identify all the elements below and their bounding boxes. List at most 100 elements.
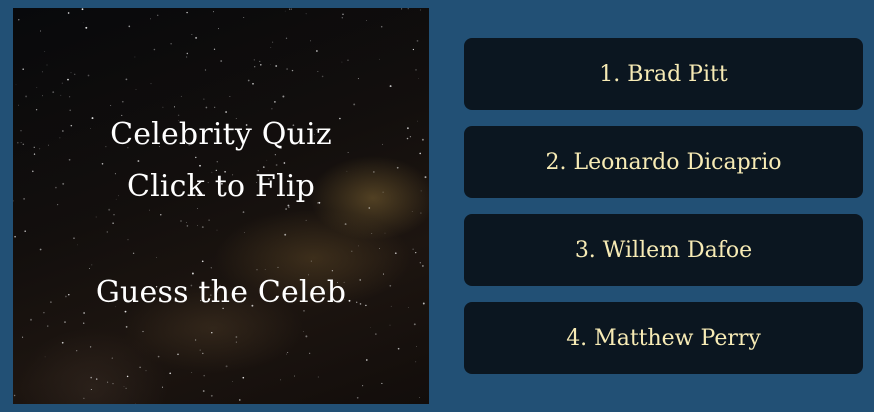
star (113, 214, 115, 216)
star (353, 103, 356, 106)
star (201, 226, 204, 229)
star (302, 331, 304, 332)
star (135, 89, 137, 90)
star (106, 231, 109, 233)
star (420, 212, 422, 214)
star (407, 8, 409, 10)
star (186, 52, 189, 55)
star (204, 69, 207, 71)
star (60, 94, 62, 96)
star (229, 96, 231, 97)
star (111, 357, 113, 359)
star (173, 106, 176, 108)
star (145, 370, 147, 372)
star (254, 66, 256, 68)
star (272, 41, 274, 43)
star (283, 162, 286, 164)
star (157, 355, 160, 358)
answer-button-2[interactable]: 2. Leonardo Dicaprio (464, 126, 863, 198)
star (342, 13, 344, 16)
star (61, 341, 64, 344)
answer-button-3[interactable]: 3. Willem Dafoe (464, 214, 863, 286)
star (180, 220, 182, 222)
star (291, 69, 294, 72)
star (73, 237, 75, 239)
star (413, 323, 416, 326)
star (351, 250, 353, 252)
star (284, 233, 287, 236)
flip-card[interactable]: Celebrity Quiz Click to Flip Guess the C… (13, 8, 429, 404)
star (286, 68, 288, 70)
star (74, 73, 76, 75)
star (287, 204, 290, 207)
star (396, 166, 399, 169)
star (191, 34, 193, 35)
star (375, 333, 377, 335)
star (275, 65, 278, 67)
star (160, 214, 162, 216)
star (214, 106, 216, 108)
star (247, 79, 250, 82)
star (124, 310, 127, 313)
star (89, 346, 92, 348)
star (371, 233, 373, 234)
star (285, 208, 288, 210)
star (218, 28, 219, 30)
star (316, 50, 318, 52)
star (419, 152, 422, 155)
star (42, 95, 44, 97)
star (357, 78, 359, 80)
star (14, 235, 16, 238)
star (220, 60, 223, 62)
star (197, 208, 198, 209)
star (415, 361, 417, 363)
star (415, 69, 417, 71)
star (125, 78, 128, 81)
star (22, 68, 24, 70)
star (310, 260, 312, 262)
star (232, 381, 234, 382)
star (83, 397, 85, 399)
star (321, 75, 324, 78)
star (244, 232, 245, 233)
star (271, 108, 273, 110)
answer-button-1[interactable]: 1. Brad Pitt (464, 38, 863, 110)
star (274, 101, 276, 103)
star (418, 78, 419, 79)
star (186, 56, 188, 58)
star (83, 322, 85, 324)
guess-prompt: Guess the Celeb (95, 275, 347, 310)
star (68, 158, 71, 161)
flip-instruction: Click to Flip (126, 169, 316, 204)
star (317, 376, 319, 378)
star (90, 376, 92, 379)
star (36, 87, 38, 88)
star (169, 372, 172, 375)
star (274, 154, 276, 156)
star (149, 209, 150, 211)
star (305, 335, 308, 338)
star (280, 379, 282, 381)
star (81, 8, 84, 11)
star (202, 352, 204, 355)
star (13, 394, 16, 397)
star (44, 50, 46, 52)
star (411, 211, 413, 213)
star (121, 100, 124, 103)
star (43, 311, 45, 314)
star (82, 22, 84, 24)
star (210, 267, 212, 269)
star (285, 37, 288, 39)
star (170, 43, 172, 45)
star (397, 347, 400, 350)
star (195, 36, 198, 39)
star (266, 159, 268, 161)
starfield-background (13, 8, 427, 404)
star (412, 48, 415, 51)
star (235, 341, 237, 343)
answer-button-4[interactable]: 4. Matthew Perry (464, 302, 863, 374)
star (67, 12, 70, 14)
star (242, 211, 245, 213)
star (77, 244, 78, 246)
star (67, 78, 69, 81)
